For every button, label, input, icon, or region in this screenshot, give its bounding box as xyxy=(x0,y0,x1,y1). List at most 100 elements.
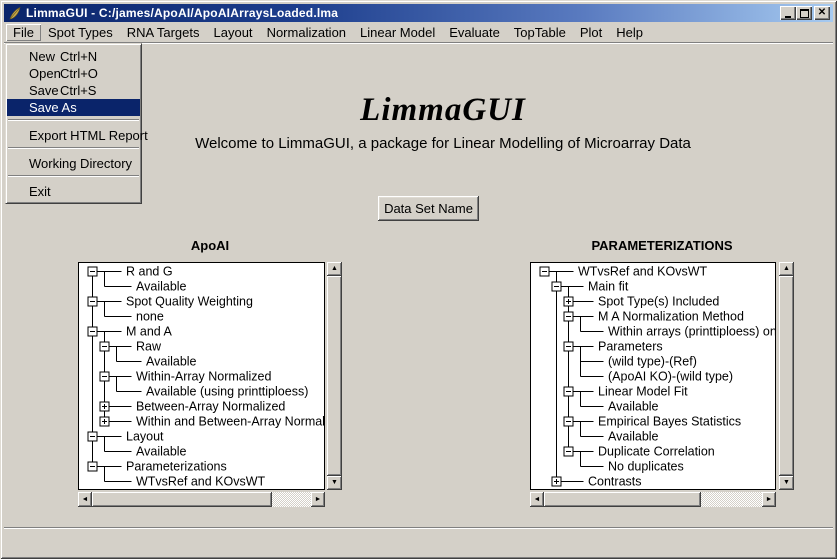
tree-node-label[interactable]: M and A xyxy=(126,325,173,339)
left-tree-canvas: R and GAvailableSpot Quality Weightingno… xyxy=(78,262,325,490)
scroll-up-button[interactable]: ▲ xyxy=(327,262,342,276)
page-title: LimmaGUI xyxy=(360,92,526,129)
tree-node-label[interactable]: Available xyxy=(146,355,197,369)
menu-separator xyxy=(7,175,140,183)
vertical-scrollbar-thumb[interactable] xyxy=(327,276,342,476)
tree-node-label[interactable]: Raw xyxy=(136,340,162,354)
right-tree-vertical-scrollbar[interactable]: ▲ ▼ xyxy=(779,262,794,490)
tree-node-label[interactable]: Spot Type(s) Included xyxy=(598,295,719,309)
horizontal-scrollbar-track[interactable] xyxy=(544,492,762,507)
menu-item-save-as[interactable]: Save As xyxy=(7,99,140,116)
tree-node-label[interactable]: Spot Quality Weighting xyxy=(126,295,253,309)
tree-node-label[interactable]: Available (using printtiploess) xyxy=(146,385,308,399)
status-divider xyxy=(4,527,833,529)
scroll-left-button[interactable]: ◄ xyxy=(530,492,544,507)
menu-item-open[interactable]: Open Ctrl+O xyxy=(7,65,140,82)
tree-node-label[interactable]: Empirical Bayes Statistics xyxy=(598,415,741,429)
minimize-button[interactable] xyxy=(780,6,796,20)
menu-item-save[interactable]: Save Ctrl+S xyxy=(7,82,140,99)
tree-node-label[interactable]: Parameters xyxy=(598,340,663,354)
scroll-left-button[interactable]: ◄ xyxy=(78,492,92,507)
right-tree-horizontal-scrollbar[interactable]: ◄ ► xyxy=(530,492,776,507)
vertical-scrollbar-thumb[interactable] xyxy=(779,276,794,476)
scroll-right-icon: ► xyxy=(311,492,325,507)
tree-node-label[interactable]: Contrasts xyxy=(588,475,642,489)
tree-node-label[interactable]: Available xyxy=(608,430,659,444)
maximize-icon xyxy=(800,9,809,18)
scroll-right-button[interactable]: ► xyxy=(311,492,325,507)
menu-separator xyxy=(7,119,140,127)
menu-item-accelerator: Ctrl+S xyxy=(60,82,96,99)
tree-node-label[interactable]: (ApoAI KO)-(wild type) xyxy=(608,370,733,384)
window-title: LimmaGUI - C:/james/ApoAI/ApoAIArraysLoa… xyxy=(26,6,338,20)
scroll-down-button[interactable]: ▼ xyxy=(779,476,794,490)
tree-node-label[interactable]: Within arrays (printtiploess) only xyxy=(608,325,776,339)
left-tree-title: ApoAI xyxy=(191,238,229,253)
maximize-button[interactable] xyxy=(796,6,812,20)
tree-node-label[interactable]: Main fit xyxy=(588,280,629,294)
tree-node-label[interactable]: Within-Array Normalized xyxy=(136,370,271,384)
horizontal-scrollbar-track-rest[interactable] xyxy=(272,492,311,507)
tree-node-label[interactable]: Linear Model Fit xyxy=(598,385,688,399)
scroll-down-icon: ▼ xyxy=(779,476,794,490)
menu-item-export-html-report[interactable]: Export HTML Report xyxy=(7,127,140,144)
menu-layout[interactable]: Layout xyxy=(207,24,260,41)
tree-node-label[interactable]: WTvsRef and KOvsWT xyxy=(578,265,708,279)
scroll-left-icon: ◄ xyxy=(530,492,544,507)
tree-node-label[interactable]: Duplicate Correlation xyxy=(598,445,715,459)
scroll-left-icon: ◄ xyxy=(78,492,92,507)
welcome-text: Welcome to LimmaGUI, a package for Linea… xyxy=(195,135,691,152)
tree-node-label[interactable]: Layout xyxy=(126,430,164,444)
data-set-name-button[interactable]: Data Set Name xyxy=(378,196,479,221)
tree-node-label[interactable]: none xyxy=(136,310,164,324)
tree-node-label[interactable]: (wild type)-(Ref) xyxy=(608,355,697,369)
window-controls: ✕ xyxy=(780,6,830,20)
tree-node-label[interactable]: Parameterizations xyxy=(126,460,227,474)
tree-node-label[interactable]: R and G xyxy=(126,265,173,279)
right-tree: WTvsRef and KOvsWTMain fitSpot Type(s) I… xyxy=(531,263,776,489)
tree-node-label[interactable]: Available xyxy=(136,280,187,294)
menu-plot[interactable]: Plot xyxy=(573,24,609,41)
menu-item-label: Working Directory xyxy=(29,156,132,171)
scroll-right-button[interactable]: ► xyxy=(762,492,776,507)
menu-item-label: Open xyxy=(29,66,61,81)
left-tree-vertical-scrollbar[interactable]: ▲ ▼ xyxy=(327,262,342,490)
menu-toptable[interactable]: TopTable xyxy=(507,24,573,41)
right-tree-canvas: WTvsRef and KOvsWTMain fitSpot Type(s) I… xyxy=(530,262,776,490)
tree-node-label[interactable]: No duplicates xyxy=(608,460,684,474)
horizontal-scrollbar-track[interactable] xyxy=(92,492,311,507)
menu-rna-targets[interactable]: RNA Targets xyxy=(120,24,207,41)
menu-file[interactable]: File xyxy=(6,24,41,41)
left-tree: R and GAvailableSpot Quality Weightingno… xyxy=(79,263,325,489)
left-tree-horizontal-scrollbar[interactable]: ◄ ► xyxy=(78,492,325,507)
menu-item-label: Exit xyxy=(29,184,51,199)
menu-item-accelerator: Ctrl+N xyxy=(60,48,97,65)
menu-linear-model[interactable]: Linear Model xyxy=(353,24,442,41)
scroll-down-button[interactable]: ▼ xyxy=(327,476,342,490)
scroll-up-button[interactable]: ▲ xyxy=(779,262,794,276)
titlebar[interactable]: LimmaGUI - C:/james/ApoAI/ApoAIArraysLoa… xyxy=(4,4,833,22)
tree-node-label[interactable]: WTvsRef and KOvsWT xyxy=(136,475,266,489)
scroll-down-icon: ▼ xyxy=(327,476,342,490)
tree-node-label[interactable]: Within and Between-Array Normalized xyxy=(136,415,325,429)
menu-item-new[interactable]: New Ctrl+N xyxy=(7,48,140,65)
menu-evaluate[interactable]: Evaluate xyxy=(442,24,507,41)
menubar: File Spot Types RNA Targets Layout Norma… xyxy=(4,22,833,43)
scroll-up-icon: ▲ xyxy=(327,262,342,276)
menu-spot-types[interactable]: Spot Types xyxy=(41,24,120,41)
horizontal-scrollbar-thumb[interactable] xyxy=(92,492,272,507)
menu-item-working-directory[interactable]: Working Directory xyxy=(7,155,140,172)
tree-node-label[interactable]: Available xyxy=(136,445,187,459)
menu-item-label: Save As xyxy=(29,100,77,115)
close-button[interactable]: ✕ xyxy=(814,6,830,20)
tree-node-label[interactable]: M A Normalization Method xyxy=(598,310,744,324)
scroll-right-icon: ► xyxy=(762,492,776,507)
horizontal-scrollbar-thumb[interactable] xyxy=(544,492,701,507)
tree-node-label[interactable]: Available xyxy=(608,400,659,414)
tree-node-label[interactable]: Between-Array Normalized xyxy=(136,400,285,414)
menu-item-exit[interactable]: Exit xyxy=(7,183,140,200)
menu-help[interactable]: Help xyxy=(609,24,650,41)
menu-separator xyxy=(7,147,140,155)
menu-normalization[interactable]: Normalization xyxy=(260,24,353,41)
horizontal-scrollbar-track-rest[interactable] xyxy=(701,492,762,507)
